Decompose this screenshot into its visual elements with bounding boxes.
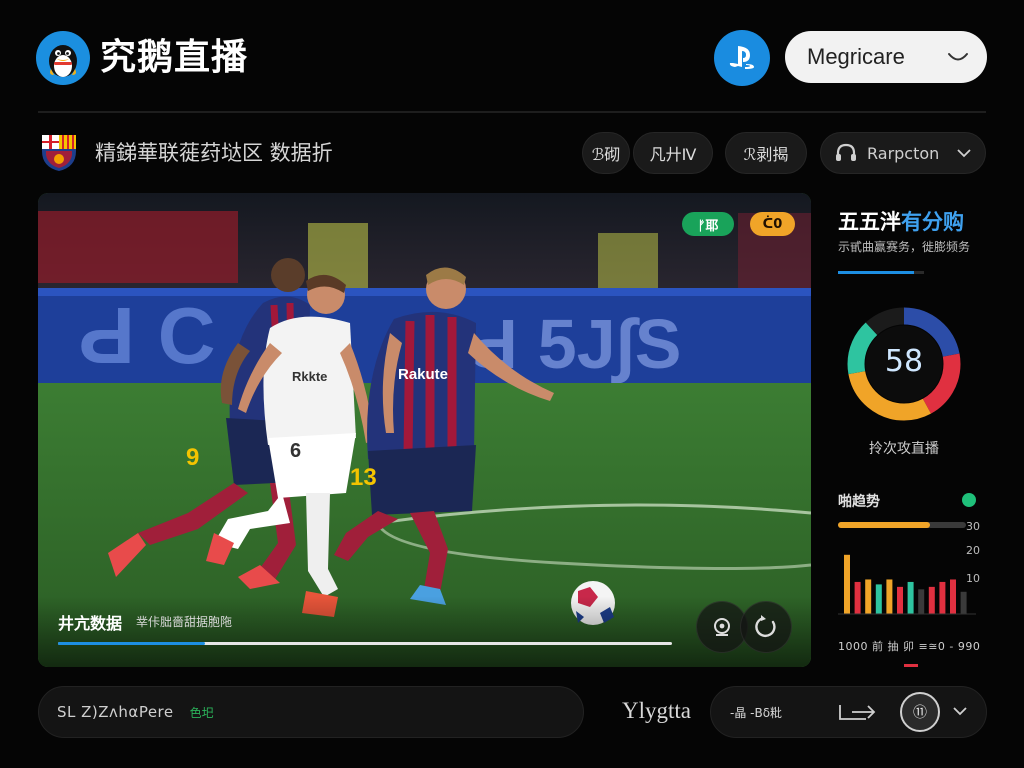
trend-progress-fill	[838, 522, 931, 528]
mini-bar-11	[950, 579, 956, 614]
mini-bar-9	[928, 586, 935, 614]
live-status-dot	[962, 493, 976, 507]
mini-bar-10	[939, 581, 946, 614]
playstation-icon	[729, 46, 754, 69]
video-controls-overlay	[38, 596, 811, 667]
playstation-icon-button[interactable]	[714, 30, 770, 86]
bottom-search-bar[interactable]: ⁠SL Z⁠)⁠Ζ⁠ᴧ⁠hαPere 色圯	[38, 686, 584, 738]
account-select-label: Megricare	[807, 44, 905, 69]
trend-label: 啪趋势	[838, 494, 880, 510]
bottom-search-text: ⁠SL Z⁠)⁠Ζ⁠ᴧ⁠hαPere	[57, 703, 174, 721]
panel-title-highlight: 有分购	[901, 210, 964, 234]
video-caption: 井亢数据	[58, 614, 123, 633]
chevron-down-icon[interactable]	[953, 707, 967, 716]
video-progress-bar[interactable]	[58, 642, 672, 645]
bottom-search-tag: 色圯	[189, 705, 214, 720]
video-subcaption: 丵佧胐嗇甜据胞陁	[136, 615, 233, 629]
panel-underline	[838, 271, 924, 274]
fc-barcelona-crest-icon	[38, 131, 80, 173]
app-logo-penguin-icon[interactable]	[36, 31, 90, 85]
control-label[interactable]: -晶 -Bδ粃	[730, 704, 782, 721]
match-chip-1[interactable]: ℬ砌	[582, 132, 630, 174]
mini-bar-6	[897, 586, 903, 614]
account-select[interactable]: Megricare	[785, 31, 987, 83]
mini-bar-5	[886, 579, 893, 614]
mini-chart-marker	[904, 664, 918, 667]
refresh-icon	[755, 615, 776, 638]
share-icon	[839, 705, 876, 720]
donut-center-value: 58	[884, 344, 924, 379]
svg-text:Ԁ C: Ԁ C	[78, 291, 216, 380]
chevron-down-icon	[948, 53, 968, 61]
replay-button[interactable]	[740, 601, 792, 653]
header-divider	[38, 111, 986, 113]
app-title: 究鹅直播	[100, 37, 249, 78]
trend-tick-30: 30	[966, 520, 980, 533]
mini-bar-7	[907, 581, 914, 614]
video-tag-orange[interactable]: ᑖ0	[750, 212, 795, 236]
mini-bar-8	[918, 589, 925, 614]
mini-bar-2	[854, 581, 861, 614]
player-number-6: 6	[290, 440, 301, 462]
camera-icon	[714, 618, 730, 636]
match-chip-3[interactable]: ℛ剥揭	[725, 132, 807, 174]
match-chip-2[interactable]: 凡廾Ⅳ	[633, 132, 713, 174]
match-title: 精銻華联蓰荮垯区 数据折	[95, 141, 333, 165]
mini-bar-12	[960, 591, 967, 614]
channel-select-label: Rarpcton	[867, 143, 940, 163]
panel-subtitle: 示甙曲赢赛务，徙膨频务	[838, 240, 971, 254]
player-number-9: 9	[186, 444, 199, 471]
panel-title-main: 五五泮	[838, 210, 901, 234]
panel-title: 五五泮有分购	[838, 206, 964, 236]
video-progress-fill	[58, 642, 206, 645]
mini-bar-4	[875, 584, 882, 614]
share-icon-button[interactable]	[836, 699, 882, 725]
mini-bar-1	[844, 554, 850, 614]
trend-progress-bar	[838, 522, 966, 528]
chevron-down-icon	[957, 148, 971, 157]
mini-chart-footer: 1000 前 抽 卯 ≡≅0 - 990	[838, 640, 981, 653]
jersey-sponsor-white: Rkkte	[292, 369, 327, 384]
settings-round-button[interactable]: ⑪	[900, 692, 940, 732]
video-tag-green[interactable]: ᚠ耶	[682, 212, 734, 236]
donut-label: 拎次攻直播	[869, 441, 939, 457]
player-number-13: 13	[350, 464, 377, 491]
brand-text: Ylygtta	[622, 698, 691, 723]
mini-bar-3	[865, 579, 872, 614]
headset-icon	[836, 143, 856, 161]
mini-bar-chart	[838, 554, 976, 615]
jersey-sponsor: Rakute	[398, 366, 448, 383]
channel-select[interactable]: Rarpcton	[820, 132, 986, 174]
